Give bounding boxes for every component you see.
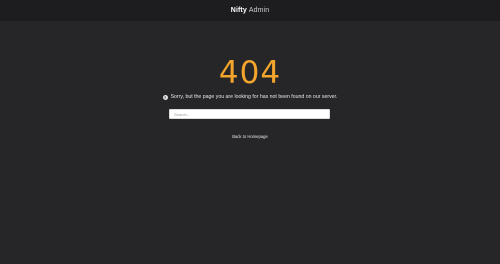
brand-name-light: Admin xyxy=(248,7,270,14)
back-to-homepage-link[interactable]: Back to Homepage xyxy=(0,134,500,139)
error-message-row: ? Sorry, but the page you are looking fo… xyxy=(0,94,500,100)
brand-name-bold: Nifty xyxy=(230,7,247,14)
error-message: Sorry, but the page you are looking for … xyxy=(170,94,338,100)
top-bar: Nifty Admin xyxy=(0,0,500,21)
brand-logo[interactable]: Nifty Admin xyxy=(231,7,269,14)
search-input[interactable] xyxy=(169,109,330,119)
info-circle-icon: ? xyxy=(162,94,168,100)
error-code: 404 xyxy=(218,55,282,91)
